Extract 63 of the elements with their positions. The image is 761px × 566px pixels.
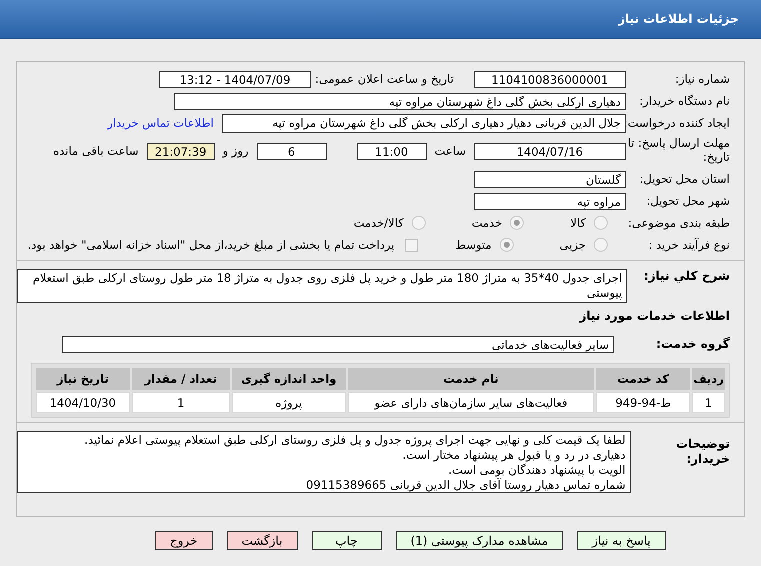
column-header: تعداد / مقدار — [132, 368, 230, 390]
checkbox[interactable] — [404, 238, 418, 252]
table-cell: پروژه — [232, 392, 346, 413]
action-button[interactable]: مشاهده مدارک پیوستی (1) — [396, 531, 564, 550]
page-title: جزئیات اطلاعات نیاز — [618, 12, 739, 26]
radio-label: متوسط — [456, 238, 492, 252]
city-field: مراوه تپه — [474, 192, 626, 210]
announce-date-field: 1404/07/09 - 13:12 — [159, 70, 312, 88]
table-cell: 1 — [132, 392, 230, 413]
checkbox-label: پرداخت تمام یا بخشی از مبلغ خرید،از محل "اسناد خزانه اسلامی" خواهد بود. — [28, 238, 395, 252]
field-label: مهلت ارسال پاسخ: تا تاریخ: — [626, 137, 730, 165]
table-cell: 1404/10/30 — [36, 392, 130, 413]
action-button[interactable]: بازگشت — [226, 531, 298, 550]
requester-field: جلال الدین قربانی دهیار دهیاری ارکلی بخش گلی داغ شهرستان مراوه تپه — [222, 114, 626, 132]
field-label: استان محل تحویل: — [638, 172, 730, 186]
action-button[interactable]: چاپ — [312, 531, 382, 550]
description-box: اجرای جدول 40*35 به متراژ 180 متر طول و خرید پل فلزی روی جدول به متراژ 18 متر طول روستای ارکلی طبق استعلام پیوستی — [17, 269, 628, 303]
days-field: 6 — [256, 142, 327, 160]
column-header: ردیف — [692, 368, 725, 390]
column-header: کد خدمت — [596, 368, 690, 390]
table-cell: فعالیت‌های سایر سازمان‌های دارای عضو — [348, 392, 594, 413]
column-header: تاریخ نیاز — [36, 368, 130, 390]
radio-button[interactable] — [412, 216, 426, 230]
buyer-contact-link[interactable]: اطلاعات تماس خریدار — [107, 116, 214, 130]
radio-label: کالا — [570, 216, 586, 230]
field-label: نام دستگاه خریدار: — [638, 94, 730, 108]
days-label: روز و — [222, 144, 249, 158]
note-line: دهیاری در رد و یا قبول هر پیشنهاد مختار است. — [402, 448, 626, 463]
field-label: ایجاد کننده درخواست: — [626, 116, 730, 130]
field-label: شهر محل تحویل: — [646, 194, 730, 208]
field-label: شماره نیاز: — [674, 72, 730, 86]
radio-label: خدمت — [472, 216, 502, 230]
radio-button[interactable] — [510, 216, 524, 230]
field-label: نوع فرآیند خرید : — [648, 238, 730, 252]
radio-button[interactable] — [594, 238, 608, 252]
action-button[interactable]: خروج — [155, 531, 213, 550]
column-header: نام خدمت — [348, 368, 594, 390]
radio-button[interactable] — [594, 216, 608, 230]
radio-label: کالا/خدمت — [354, 216, 404, 230]
field-label: تاریخ و ساعت اعلان عمومی: — [315, 72, 454, 86]
note-line: شماره تماس دهیار روستا آقای جلال الدین قربانی 09115389665 — [305, 478, 626, 493]
table-cell: ط-94-949 — [596, 392, 690, 413]
note-line: لطفا یک قیمت کلی و نهایی جهت اجرای پروژه جدول و پل فلزی روستای ارکلی طبق استعلام پیوستی اعلام نمائید. — [84, 433, 626, 448]
province-field: گلستان — [474, 170, 626, 188]
radio-label: جزیی — [560, 238, 586, 252]
remaining-time-field: 21:07:39 — [146, 142, 215, 160]
field-label: توضیحات خریدار: — [675, 437, 730, 467]
deadline-time-field: 11:00 — [356, 142, 427, 160]
radio-button[interactable] — [500, 238, 514, 252]
table-cell: 1 — [692, 392, 725, 413]
time-label: ساعت — [434, 144, 466, 158]
action-button[interactable]: پاسخ به نیاز — [577, 531, 666, 550]
section-heading: اطلاعات خدمات مورد نیاز — [578, 308, 731, 325]
field-label: گروه خدمت: — [655, 337, 730, 351]
service-group-field: سایر فعالیت‌های خدماتی — [62, 336, 614, 352]
remaining-label: ساعت باقی مانده — [54, 144, 139, 158]
field-label: طبقه بندی موضوعی: — [627, 216, 730, 230]
note-line: الویت با پیشنهاد دهندگان بومی است. — [447, 463, 626, 478]
column-header: واحد اندازه گیری — [232, 368, 346, 390]
field-label: شرح کلي نياز: — [643, 269, 730, 283]
buyer-org-field: دهیاری ارکلی بخش گلی داغ شهرستان مراوه تپه — [174, 92, 626, 110]
deadline-date-field: 1404/07/16 — [474, 142, 626, 160]
need-number-field: 1104100836000001 — [474, 70, 626, 88]
